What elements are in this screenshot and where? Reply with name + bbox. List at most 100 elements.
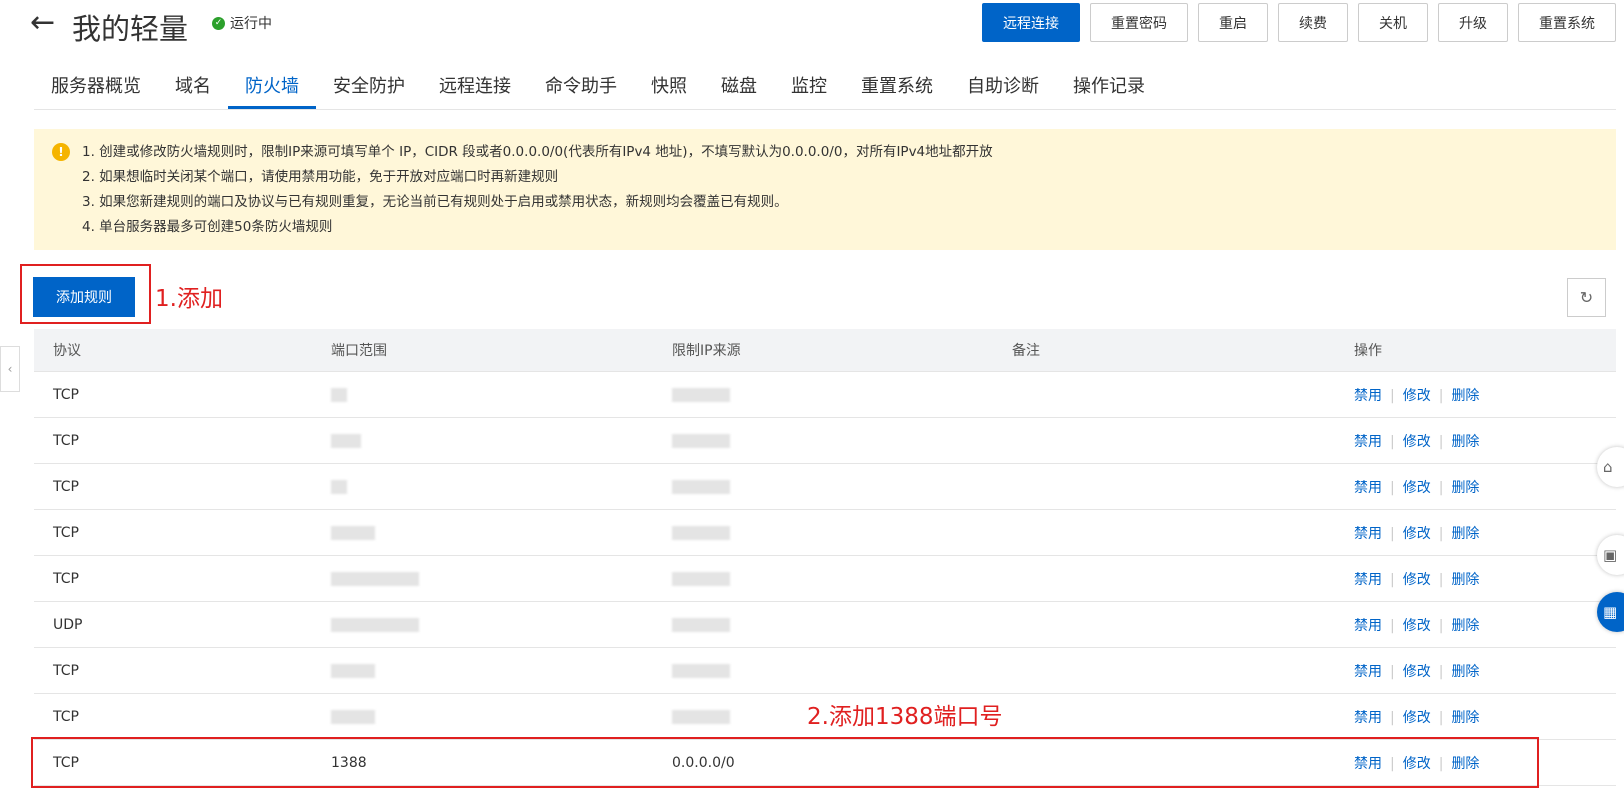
notice-line: 3. 如果您新建规则的端口及协议与已有规则重复，无论当前已有规则处于启用或禁用状… <box>82 194 788 210</box>
edit-link[interactable]: 修改 <box>1403 434 1431 450</box>
disable-link[interactable]: 禁用 <box>1354 664 1382 680</box>
edit-link[interactable]: 修改 <box>1403 756 1431 772</box>
protocol-cell: TCP <box>53 478 79 495</box>
redacted-port <box>331 479 347 494</box>
separator: | <box>1438 617 1444 634</box>
delete-link[interactable]: 删除 <box>1451 526 1479 542</box>
edit-link[interactable]: 修改 <box>1403 526 1431 542</box>
protocol-cell: UDP <box>53 616 83 633</box>
tab-self-diagnosis[interactable]: 自助诊断 <box>950 64 1056 109</box>
tab-overview[interactable]: 服务器概览 <box>34 64 158 109</box>
redacted-port <box>331 433 361 448</box>
disable-link[interactable]: 禁用 <box>1354 388 1382 404</box>
redacted-ip <box>672 479 730 494</box>
notice-line: 1. 创建或修改防火墙规则时，限制IP来源可填写单个 IP，CIDR 段或者0.… <box>82 144 993 160</box>
disable-link[interactable]: 禁用 <box>1354 526 1382 542</box>
protocol-cell: TCP <box>53 386 79 403</box>
tab-operation-log[interactable]: 操作记录 <box>1056 64 1162 109</box>
edit-link[interactable]: 修改 <box>1403 388 1431 404</box>
header-remark: 备注 <box>1012 343 1040 359</box>
annotation-step2: 2.添加1388端口号 <box>807 704 1003 730</box>
add-rule-button[interactable]: 添加规则 <box>33 277 135 317</box>
tab-monitor[interactable]: 监控 <box>774 64 844 109</box>
ops-cell: 禁用 | 修改 | 删除 <box>1345 523 1616 543</box>
reset-system-button[interactable]: 重置系统 <box>1518 3 1616 42</box>
redacted-port <box>331 617 419 632</box>
protocol-cell: TCP <box>53 662 79 679</box>
table-row: TCP 禁用 | 修改 | 删除 <box>34 556 1616 602</box>
restart-button[interactable]: 重启 <box>1198 3 1268 42</box>
port-cell <box>322 525 663 541</box>
tab-disk[interactable]: 磁盘 <box>704 64 774 109</box>
delete-link[interactable]: 删除 <box>1451 710 1479 726</box>
reset-password-button[interactable]: 重置密码 <box>1090 3 1188 42</box>
table-row: TCP 禁用 | 修改 | 删除 <box>34 510 1616 556</box>
notice-line: 4. 单台服务器最多可创建50条防火墙规则 <box>82 219 333 235</box>
tab-bar: 服务器概览 域名 防火墙 安全防护 远程连接 命令助手 快照 磁盘 监控 重置系… <box>34 64 1616 110</box>
renew-button[interactable]: 续费 <box>1278 3 1348 42</box>
refresh-icon[interactable]: ↻ <box>1567 278 1606 317</box>
disable-link[interactable]: 禁用 <box>1354 756 1382 772</box>
ip-cell <box>663 479 1003 495</box>
tab-firewall[interactable]: 防火墙 <box>228 64 316 109</box>
delete-link[interactable]: 删除 <box>1451 572 1479 588</box>
ops-cell: 禁用 | 修改 | 删除 <box>1345 477 1616 497</box>
edit-link[interactable]: 修改 <box>1403 480 1431 496</box>
check-circle-icon: ✓ <box>212 16 225 30</box>
edit-link[interactable]: 修改 <box>1403 572 1431 588</box>
ip-cell <box>663 433 1003 449</box>
tab-remote-connect[interactable]: 远程连接 <box>422 64 528 109</box>
port-cell: 1388 <box>322 755 663 771</box>
tab-security[interactable]: 安全防护 <box>316 64 422 109</box>
edit-link[interactable]: 修改 <box>1403 664 1431 680</box>
separator: | <box>1438 663 1444 680</box>
ops-cell: 禁用 | 修改 | 删除 <box>1345 707 1616 727</box>
separator: | <box>1390 387 1395 404</box>
delete-link[interactable]: 删除 <box>1451 434 1479 450</box>
header-ip-source: 限制IP来源 <box>672 343 741 359</box>
separator: | <box>1438 387 1444 404</box>
separator: | <box>1438 479 1444 496</box>
ops-cell: 禁用 | 修改 | 删除 <box>1345 753 1616 773</box>
disable-link[interactable]: 禁用 <box>1354 480 1382 496</box>
table-row: TCP 禁用 | 修改 | 删除 <box>34 648 1616 694</box>
delete-link[interactable]: 删除 <box>1451 388 1479 404</box>
disable-link[interactable]: 禁用 <box>1354 572 1382 588</box>
port-cell <box>322 663 663 679</box>
separator: | <box>1438 755 1444 772</box>
delete-link[interactable]: 删除 <box>1451 480 1479 496</box>
redacted-port <box>331 525 375 540</box>
header-port-range: 端口范围 <box>331 343 387 359</box>
disable-link[interactable]: 禁用 <box>1354 434 1382 450</box>
disable-link[interactable]: 禁用 <box>1354 710 1382 726</box>
tab-reset-system[interactable]: 重置系统 <box>844 64 950 109</box>
edit-link[interactable]: 修改 <box>1403 618 1431 634</box>
remote-connect-button[interactable]: 远程连接 <box>982 3 1080 42</box>
redacted-ip <box>672 709 730 724</box>
collapse-sidebar-icon[interactable]: ‹ <box>0 346 20 392</box>
delete-link[interactable]: 删除 <box>1451 618 1479 634</box>
ip-value: 0.0.0.0/0 <box>672 754 735 771</box>
delete-link[interactable]: 删除 <box>1451 756 1479 772</box>
edit-link[interactable]: 修改 <box>1403 710 1431 726</box>
separator: | <box>1390 433 1395 450</box>
redacted-port <box>331 709 375 724</box>
protocol-cell: TCP <box>53 524 79 541</box>
tab-command-assistant[interactable]: 命令助手 <box>528 64 634 109</box>
status-text: 运行中 <box>230 16 272 32</box>
table-row: TCP 禁用 | 修改 | 删除 <box>34 372 1616 418</box>
separator: | <box>1390 617 1395 634</box>
separator: | <box>1390 755 1395 772</box>
back-arrow-icon[interactable]: ← <box>30 8 55 38</box>
disable-link[interactable]: 禁用 <box>1354 618 1382 634</box>
protocol-cell: TCP <box>53 754 79 771</box>
shutdown-button[interactable]: 关机 <box>1358 3 1428 42</box>
upgrade-button[interactable]: 升级 <box>1438 3 1508 42</box>
delete-link[interactable]: 删除 <box>1451 664 1479 680</box>
separator: | <box>1438 433 1444 450</box>
table-header: 协议 端口范围 限制IP来源 备注 操作 <box>34 329 1616 372</box>
tab-snapshot[interactable]: 快照 <box>634 64 704 109</box>
ip-cell <box>663 387 1003 403</box>
tab-domain[interactable]: 域名 <box>158 64 228 109</box>
protocol-cell: TCP <box>53 432 79 449</box>
